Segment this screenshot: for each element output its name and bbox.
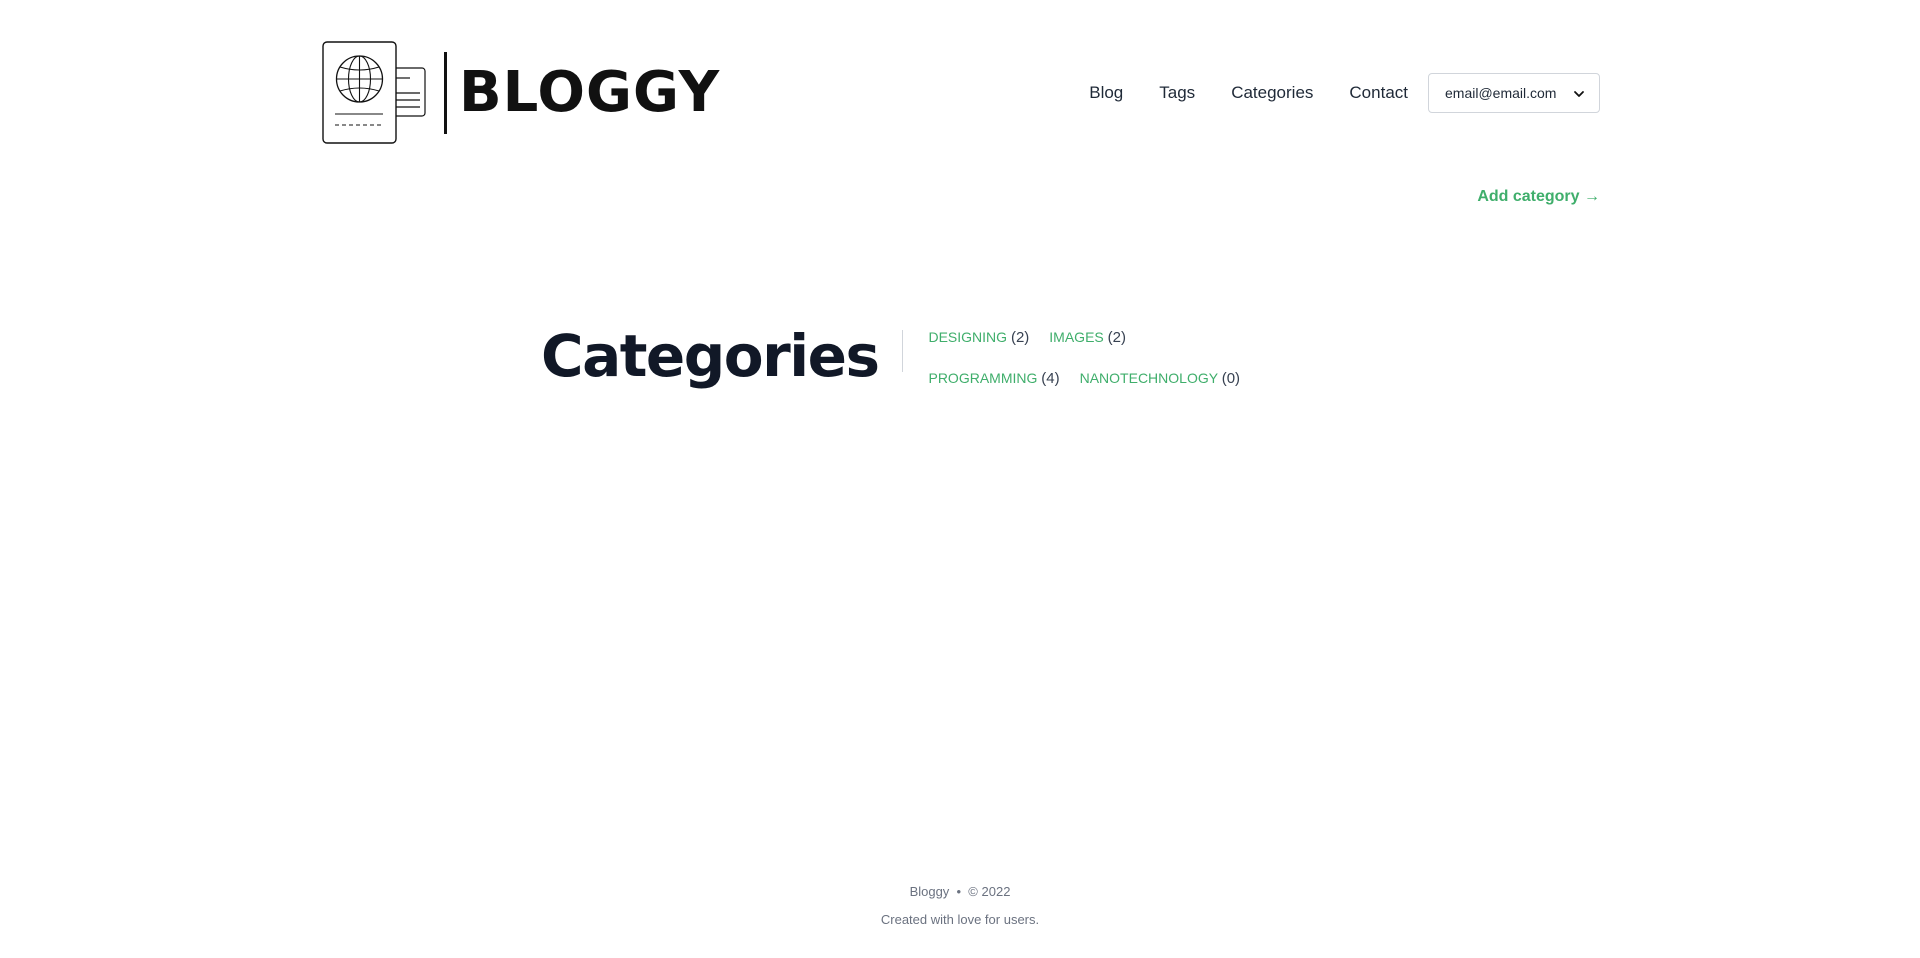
category-link-nanotechnology[interactable]: NANOTECHNOLOGY [1080,370,1218,386]
logo-link[interactable]: BLOGGY [322,41,720,145]
category-link-designing[interactable]: DESIGNING [928,329,1007,345]
title-divider [902,330,904,372]
nav-link-categories[interactable]: Categories [1231,83,1313,103]
chevron-down-icon [1573,87,1585,99]
category-count: (4) [1041,370,1060,387]
page: BLOGGY Blog Tags Categories Contact emai… [0,0,1920,958]
category-item: DESIGNING (2) [928,326,1029,349]
categories-section: Categories DESIGNING (2) IMAGES (2) PROG… [541,316,1288,396]
header: BLOGGY Blog Tags Categories Contact emai… [322,41,1600,145]
logo-text: BLOGGY [459,60,721,125]
logo-divider [444,52,447,134]
category-count: (2) [1010,329,1030,346]
category-item: PROGRAMMING (4) [928,367,1059,390]
main-nav: Blog Tags Categories Contact email@email… [1089,73,1600,113]
nav-link-tags[interactable]: Tags [1159,83,1195,103]
add-category-link[interactable]: Add category → [1477,188,1600,206]
nav-link-contact[interactable]: Contact [1349,83,1408,103]
footer: Bloggy • © 2022 Created with love for us… [0,878,1920,934]
category-count: (0) [1221,370,1241,387]
user-menu-dropdown[interactable]: email@email.com [1428,73,1600,113]
footer-tagline: Created with love for users. [880,912,1040,927]
user-email: email@email.com [1445,85,1557,101]
page-title: Categories [541,322,880,390]
footer-copyright: Bloggy • © 2022 [909,884,1011,899]
category-list: DESIGNING (2) IMAGES (2) PROGRAMMING (4)… [928,326,1288,390]
passport-logo-icon [322,41,426,145]
category-count: (2) [1107,329,1126,346]
nav-link-blog[interactable]: Blog [1089,83,1123,103]
category-link-programming[interactable]: PROGRAMMING [928,370,1037,386]
category-link-images[interactable]: IMAGES [1049,329,1103,345]
category-item: NANOTECHNOLOGY (0) [1080,367,1240,390]
category-item: IMAGES (2) [1049,326,1126,349]
